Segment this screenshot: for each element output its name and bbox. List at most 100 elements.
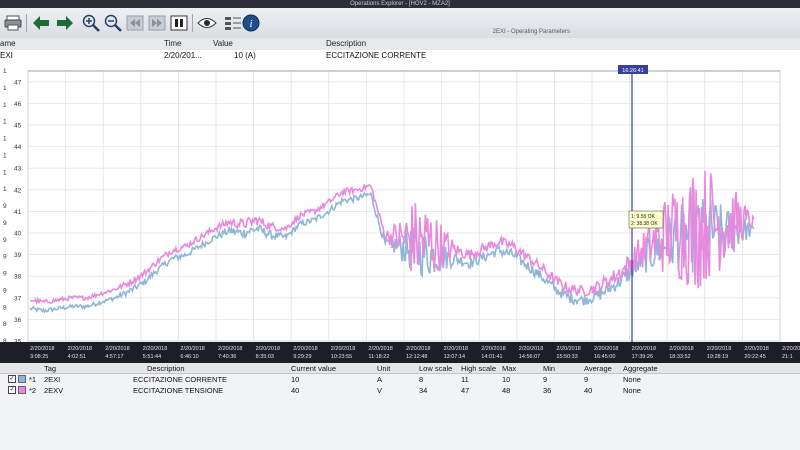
cursor-value-1: 1: 9.55 OK xyxy=(631,214,656,220)
window-title: Operations Explorer - [HOV2 - MZA2] xyxy=(350,1,450,7)
legend-col-high: High scale xyxy=(461,364,497,373)
legend-col-min: Min xyxy=(543,364,556,373)
y-tick-prefix: 9 xyxy=(3,271,7,278)
x-tick-time: 14:01:41 xyxy=(481,354,502,360)
x-tick-time: 5:51:44 xyxy=(143,354,161,360)
window-titlebar: Operations Explorer - [HOV2 - MZA2] xyxy=(0,0,800,8)
legend-unit: A xyxy=(377,375,383,384)
legend-col-tag: Tag xyxy=(44,364,57,373)
series-color-swatch[interactable] xyxy=(18,375,26,383)
legend-col-aggregate: Aggregate xyxy=(623,364,658,373)
fast-forward-icon[interactable] xyxy=(146,12,168,34)
tag-table-row[interactable]: EXI 2/20/201... 10 (A) ECCITAZIONE CORRE… xyxy=(0,50,800,64)
x-tick-time: 3:08:25 xyxy=(30,354,48,360)
rewind-icon[interactable] xyxy=(124,12,146,34)
y-tick-label: 43 xyxy=(14,166,22,173)
x-tick-date: 2/20/2018 xyxy=(180,346,204,352)
legend-description: ECCITAZIONE CORRENTE xyxy=(133,375,228,384)
pause-icon[interactable] xyxy=(168,12,190,34)
x-tick-date: 2/20/2018 xyxy=(707,346,731,352)
x-tick-time: 9:29:29 xyxy=(293,354,311,360)
legend-header: Tag Description Current value Unit Low s… xyxy=(0,363,800,374)
y-tick-prefix: 9 xyxy=(3,254,7,261)
x-tick-date: 2/20/2018 xyxy=(368,346,392,352)
y-tick-prefix: 1 xyxy=(3,85,7,92)
y-tick-prefix: 1 xyxy=(3,102,7,109)
legend-col-max: Max xyxy=(502,364,517,373)
legend-unit: V xyxy=(377,386,383,395)
y-tick-label: 45 xyxy=(14,123,22,130)
legend-description: ECCITAZIONE TENSIONE xyxy=(133,386,224,395)
col-value: Value xyxy=(213,39,233,48)
x-tick-date: 2/20/2018 xyxy=(105,346,129,352)
tag-time: 2/20/201... xyxy=(164,51,202,60)
x-tick-time: 17:39:26 xyxy=(632,354,653,360)
legend-average: 9 xyxy=(584,375,589,384)
y-tick-label: 40 xyxy=(14,231,22,238)
x-tick-time: 10:23:55 xyxy=(331,354,352,360)
y-tick-prefix: 1 xyxy=(3,169,7,176)
legend-current: 40 xyxy=(291,386,300,395)
x-tick-date: 2/20/2018 xyxy=(669,346,693,352)
toolbar-separator xyxy=(192,14,193,32)
tag-description: ECCITAZIONE CORRENTE xyxy=(326,51,427,60)
y-tick-prefix: 9 xyxy=(3,237,7,244)
x-tick-time: 12:12:48 xyxy=(406,354,427,360)
eye-icon[interactable] xyxy=(196,12,218,34)
x-tick-date: 2/20/2018 xyxy=(406,346,430,352)
legend-row[interactable]: ✓ *2 2EXV ECCITAZIONE TENSIONE 40 V 34 4… xyxy=(0,385,800,395)
tag-value: 10 (A) xyxy=(234,51,256,60)
x-tick-date: 2/20/2018 xyxy=(143,346,167,352)
forward-arrow-icon[interactable] xyxy=(54,12,76,34)
x-tick-date: 2/20/2018 xyxy=(331,346,355,352)
y-tick-prefix: 1 xyxy=(3,136,7,143)
legend-row[interactable]: ✓ *1 2EXI ECCITAZIONE CORRENTE 10 A 8 11… xyxy=(0,374,800,384)
visibility-checkbox[interactable]: ✓ xyxy=(8,386,16,394)
screen: Operations Explorer - [HOV2 - MZA2] i 2E… xyxy=(0,0,800,450)
legend-tag: 2EXI xyxy=(44,375,61,384)
legend-aggregate: None xyxy=(623,386,641,395)
visibility-checkbox[interactable]: ✓ xyxy=(8,375,16,383)
x-tick-time: 4:57:17 xyxy=(105,354,123,360)
zoom-in-icon[interactable] xyxy=(80,12,102,34)
x-tick-time: 16:45:00 xyxy=(594,354,615,360)
legend-col-unit: Unit xyxy=(377,364,391,373)
legend-index: *2 xyxy=(29,386,37,395)
x-tick-time: 20:22:45 xyxy=(744,354,765,360)
x-tick-date: 2/20/2018 xyxy=(519,346,543,352)
x-tick-date: 2/20/2018 xyxy=(632,346,656,352)
x-tick-date: 2/20/2018 xyxy=(256,346,280,352)
legend-col-current: Current value xyxy=(291,364,337,373)
trend-chart[interactable]: 4746454443424140393837363511111111999999… xyxy=(0,63,800,364)
x-tick-date: 2/20/2018 xyxy=(68,346,92,352)
toolbar: i 2EXI - Operating Parameters xyxy=(0,8,800,39)
trend-chart-svg[interactable]: 4746454443424140393837363511111111999999… xyxy=(0,63,800,363)
x-tick-time: 14:56:07 xyxy=(519,354,540,360)
x-tick-date: 2/20/2018 xyxy=(744,346,768,352)
y-tick-label: 37 xyxy=(14,295,22,302)
legend-max: 10 xyxy=(502,375,511,384)
legend-table: Tag Description Current value Unit Low s… xyxy=(0,363,800,450)
x-tick-time: 7:40:36 xyxy=(218,354,236,360)
x-tick-date: 2/20/2018 xyxy=(782,346,800,352)
legend-col-average: Average xyxy=(584,364,612,373)
y-tick-label: 46 xyxy=(14,101,22,108)
legend-high: 47 xyxy=(461,386,470,395)
zoom-out-icon[interactable] xyxy=(102,12,124,34)
back-arrow-icon[interactable] xyxy=(30,12,52,34)
legend-index: *1 xyxy=(29,375,37,384)
y-tick-label: 41 xyxy=(14,209,22,216)
x-tick-time: 11:18:22 xyxy=(368,354,389,360)
legend-current: 10 xyxy=(291,375,300,384)
cursor-value-2: 2: 38.38 OK xyxy=(631,221,658,227)
x-tick-date: 2/20/2018 xyxy=(444,346,468,352)
legend-tag: 2EXV xyxy=(44,386,64,395)
col-time: Time xyxy=(164,39,182,48)
y-tick-label: 39 xyxy=(14,252,22,259)
print-icon[interactable] xyxy=(2,12,24,34)
series-color-swatch[interactable] xyxy=(18,386,26,394)
y-tick-prefix: 1 xyxy=(3,68,7,75)
x-tick-time: 6:46:10 xyxy=(180,354,198,360)
info-icon[interactable]: i xyxy=(240,12,262,34)
x-tick-time: 19:28:19 xyxy=(707,354,728,360)
